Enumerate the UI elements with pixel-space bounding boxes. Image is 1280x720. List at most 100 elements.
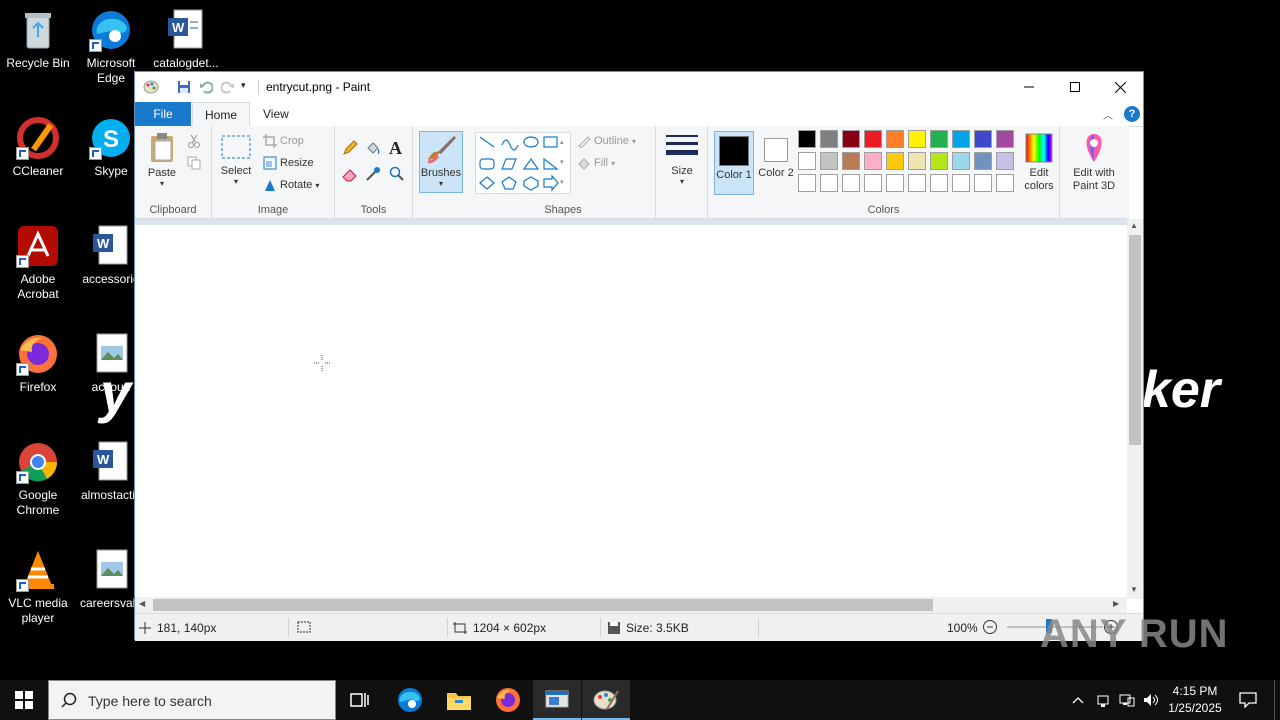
tray-volume-icon[interactable] — [1140, 680, 1162, 720]
show-hidden-icons[interactable] — [1068, 680, 1088, 720]
fill-button[interactable]: Fill ▾ — [577, 156, 615, 170]
palette-swatch[interactable] — [952, 130, 970, 148]
palette-swatch[interactable] — [886, 174, 904, 192]
rotate-button[interactable]: Rotate ▾ — [263, 178, 319, 192]
palette-swatch[interactable] — [974, 130, 992, 148]
desktop-icon-google-chrome[interactable]: Google Chrome — [0, 440, 76, 518]
palette-swatch[interactable] — [908, 130, 926, 148]
scroll-down-icon[interactable]: ▼ — [1130, 585, 1138, 594]
word-document-icon: W — [89, 224, 133, 268]
scroll-right-icon[interactable]: ▶ — [1113, 599, 1119, 608]
desktop-icon-firefox[interactable]: Firefox — [0, 332, 76, 395]
color2-button[interactable]: Color 2 — [758, 131, 794, 195]
tray-device-icon[interactable] — [1093, 680, 1113, 720]
paste-button[interactable]: Paste ▾ — [143, 132, 181, 188]
palette-swatch[interactable] — [974, 152, 992, 170]
desktop-icon-recycle-bin[interactable]: Recycle Bin — [0, 8, 76, 71]
desktop-icon-label: Google Chrome — [16, 488, 60, 517]
shapes-scroll-icon[interactable]: ▴ ▾ ▾ — [560, 133, 564, 193]
help-icon[interactable]: ? — [1124, 106, 1140, 122]
desktop-icon-vlc[interactable]: VLC media player — [0, 548, 76, 626]
minimize-button[interactable] — [1006, 72, 1052, 102]
palette-swatch[interactable] — [886, 152, 904, 170]
taskbar-edge[interactable] — [386, 680, 434, 720]
taskbar-paint[interactable] — [582, 680, 630, 720]
palette-swatch[interactable] — [842, 152, 860, 170]
collapse-ribbon-icon[interactable]: ︿ — [1103, 107, 1113, 122]
color-picker-icon[interactable] — [365, 166, 381, 185]
taskbar-firefox[interactable] — [484, 680, 532, 720]
select-button[interactable]: Select ▾ — [218, 132, 254, 186]
desktop-icon-catalogdet[interactable]: W catalogdet... — [148, 8, 224, 71]
task-view-button[interactable] — [336, 680, 384, 720]
resize-button[interactable]: Resize — [263, 156, 314, 170]
palette-swatch[interactable] — [798, 174, 816, 192]
palette-swatch[interactable] — [842, 174, 860, 192]
tray-network-icon[interactable] — [1116, 680, 1138, 720]
palette-swatch[interactable] — [952, 174, 970, 192]
scroll-left-icon[interactable]: ◀ — [139, 599, 145, 608]
taskbar-file-explorer[interactable] — [435, 680, 483, 720]
save-icon[interactable] — [177, 80, 191, 94]
eraser-icon[interactable] — [342, 166, 358, 185]
tab-file[interactable]: File — [135, 102, 191, 126]
palette-swatch[interactable] — [820, 174, 838, 192]
text-tool-icon[interactable]: A — [389, 138, 402, 159]
horizontal-scroll-thumb[interactable] — [153, 599, 933, 611]
size-button[interactable]: Size ▾ — [663, 132, 701, 186]
palette-swatch[interactable] — [864, 174, 882, 192]
palette-swatch[interactable] — [996, 152, 1014, 170]
palette-swatch[interactable] — [952, 152, 970, 170]
pencil-icon[interactable] — [342, 140, 358, 159]
palette-swatch[interactable] — [820, 152, 838, 170]
vertical-scroll-thumb[interactable] — [1129, 235, 1141, 445]
brushes-button[interactable]: Brushes ▾ — [419, 131, 463, 193]
palette-swatch[interactable] — [864, 152, 882, 170]
palette-swatch[interactable] — [798, 130, 816, 148]
edit-with-paint3d-button[interactable]: Edit with Paint 3D — [1066, 132, 1122, 193]
canvas-workspace[interactable] — [135, 219, 1129, 599]
palette-swatch[interactable] — [974, 174, 992, 192]
palette-swatch[interactable] — [820, 130, 838, 148]
palette-swatch[interactable] — [886, 130, 904, 148]
palette-swatch[interactable] — [864, 130, 882, 148]
undo-icon[interactable] — [199, 80, 214, 94]
palette-swatch[interactable] — [930, 174, 948, 192]
desktop-icon-ccleaner[interactable]: CCleaner — [0, 116, 76, 179]
fill-bucket-icon[interactable] — [365, 140, 381, 159]
zoom-out-icon[interactable] — [983, 620, 997, 637]
show-desktop-button[interactable] — [1274, 680, 1275, 720]
taskbar-search-box[interactable]: Type here to search — [48, 680, 336, 720]
palette-swatch[interactable] — [930, 152, 948, 170]
shapes-gallery[interactable] — [475, 132, 571, 194]
palette-swatch[interactable] — [908, 152, 926, 170]
redo-icon[interactable] — [220, 80, 235, 94]
close-button[interactable] — [1097, 72, 1143, 102]
start-button[interactable] — [0, 680, 48, 720]
scroll-up-icon[interactable]: ▲ — [1130, 221, 1138, 230]
palette-swatch[interactable] — [908, 174, 926, 192]
palette-swatch[interactable] — [996, 130, 1014, 148]
taskbar-app-window[interactable] — [533, 680, 581, 720]
tab-view[interactable]: View — [251, 102, 301, 126]
copy-icon[interactable] — [187, 156, 201, 173]
outline-button[interactable]: Outline ▾ — [577, 134, 636, 148]
horizontal-scrollbar[interactable]: ◀ ▶ — [135, 597, 1127, 613]
tab-home[interactable]: Home — [192, 102, 251, 127]
palette-swatch[interactable] — [996, 174, 1014, 192]
vertical-scrollbar[interactable]: ▲ ▼ — [1127, 219, 1143, 599]
palette-swatch[interactable] — [842, 130, 860, 148]
file-size-value: Size: 3.5KB — [626, 621, 689, 635]
color1-button[interactable]: Color 1 — [714, 131, 754, 195]
crop-button[interactable]: Crop — [263, 134, 304, 148]
action-center-button[interactable] — [1234, 680, 1262, 720]
palette-swatch[interactable] — [930, 130, 948, 148]
edit-colors-button[interactable]: Edit colors — [1020, 132, 1058, 193]
taskbar-clock[interactable]: 4:15 PM 1/25/2025 — [1160, 683, 1230, 717]
customize-quick-access-icon[interactable]: ▾ — [241, 80, 255, 94]
maximize-button[interactable] — [1052, 72, 1098, 102]
desktop-icon-adobe-acrobat[interactable]: Adobe Acrobat — [0, 224, 76, 302]
magnifier-icon[interactable] — [389, 166, 405, 185]
cut-icon[interactable] — [187, 134, 201, 151]
palette-swatch[interactable] — [798, 152, 816, 170]
